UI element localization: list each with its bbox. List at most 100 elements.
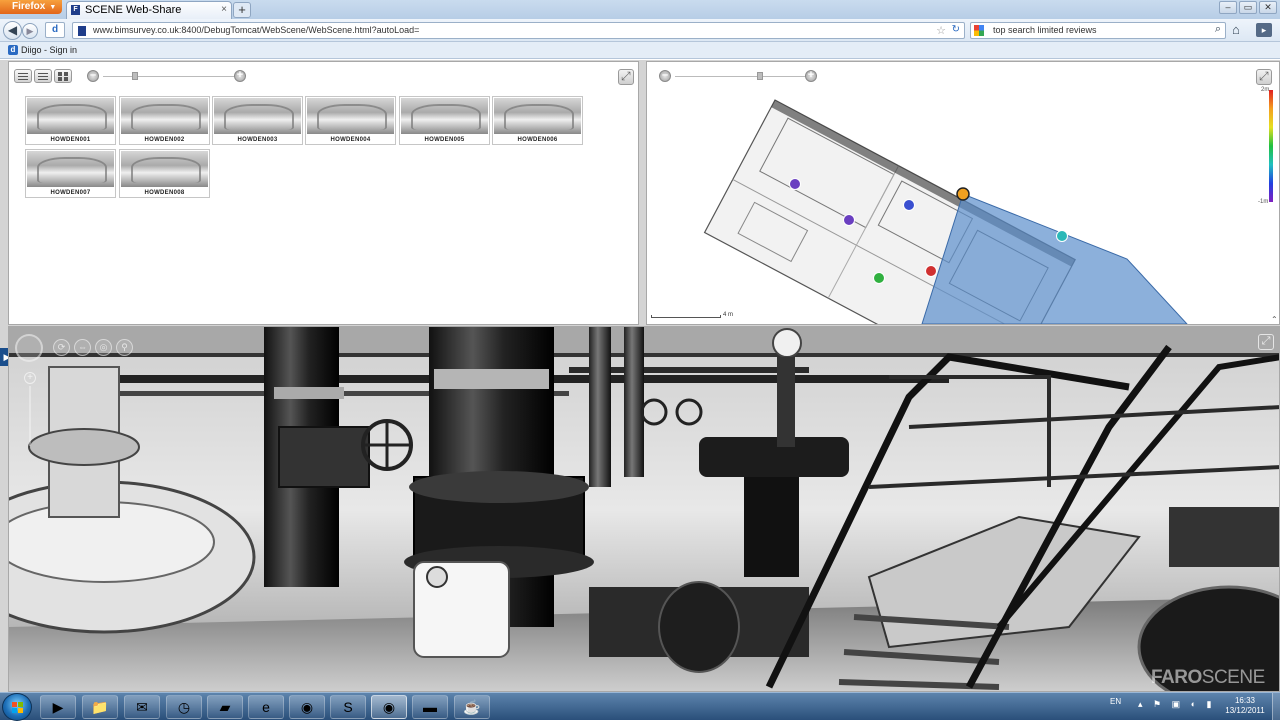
scan-thumbnail[interactable]: HOWDEN003: [212, 96, 303, 145]
scan-thumbnails-panel: – + HOWDEN001 HOWDEN002 HOWDEN003 HOWDEN…: [8, 61, 639, 325]
thumbs-fullscreen-button[interactable]: [618, 69, 634, 85]
tab-close-icon[interactable]: ×: [221, 2, 227, 18]
list-view-icon[interactable]: [14, 69, 32, 83]
addon-menu-icon[interactable]: ▸: [1256, 23, 1272, 37]
scene-icon[interactable]: S: [330, 695, 366, 719]
browser-tab[interactable]: F SCENE Web-Share ×: [66, 1, 232, 19]
clock[interactable]: 16:33 13/12/2011: [1218, 696, 1272, 716]
scan-marker: [873, 272, 885, 284]
scan-thumbnail[interactable]: HOWDEN004: [305, 96, 396, 145]
scan-thumbnail[interactable]: HOWDEN006: [492, 96, 583, 145]
java-icon[interactable]: ☕: [454, 695, 490, 719]
scan-thumbnail[interactable]: HOWDEN005: [399, 96, 490, 145]
chevron-down-icon: ▼: [49, 4, 57, 11]
color-scale-min-label: -1m: [1258, 199, 1269, 205]
minimize-icon[interactable]: –: [1219, 1, 1237, 14]
map-zoom-slider-handle[interactable]: [757, 72, 763, 80]
bookmark-star-icon[interactable]: ☆: [936, 24, 946, 37]
grid-view-icon[interactable]: [54, 69, 72, 83]
task-scheduler-icon[interactable]: ◷: [166, 695, 202, 719]
pan-navigation-control[interactable]: [15, 334, 43, 362]
url-bar[interactable]: www.bimsurvey.co.uk:8400/DebugTomcat/Web…: [72, 22, 965, 39]
logo-scene: SCENE: [1201, 667, 1265, 688]
bookmark-diigo-sign-in[interactable]: Diigo - Sign in: [21, 45, 77, 55]
scan-thumbnail-name: HOWDEN006: [517, 137, 558, 143]
url-text: www.bimsurvey.co.uk:8400/DebugTomcat/Web…: [93, 25, 420, 35]
firefox-icon[interactable]: ◉: [289, 695, 325, 719]
thumb-size-slider-handle[interactable]: [132, 72, 138, 80]
map-collapse-icon[interactable]: ⌃: [1271, 315, 1278, 324]
windows-explorer-icon[interactable]: 📁: [82, 695, 118, 719]
scan-thumbnail-image: [121, 151, 208, 187]
home-icon[interactable]: ⌂: [1232, 22, 1240, 37]
scan-marker: [903, 199, 915, 211]
cmd-icon[interactable]: ▬: [412, 695, 448, 719]
media-player-icon[interactable]: ▶: [40, 695, 76, 719]
clock-date: 13/12/2011: [1225, 706, 1265, 715]
scan-thumbnail[interactable]: HOWDEN008: [119, 149, 210, 198]
reload-icon[interactable]: ↻: [952, 24, 960, 35]
map-zoom-in-icon[interactable]: +: [805, 70, 817, 82]
firefox-active-icon[interactable]: ◉: [371, 695, 407, 719]
language-indicator[interactable]: EN: [1110, 697, 1121, 706]
map-zoom-out-icon[interactable]: –: [659, 70, 671, 82]
scan-tool-group: ⟳ ⇔ ◎ ⚲: [53, 339, 133, 356]
scan-thumbnail[interactable]: HOWDEN002: [119, 96, 210, 145]
scan-marker-active: [956, 187, 970, 201]
scan-fullscreen-button[interactable]: ⤢: [1258, 334, 1274, 350]
navigation-toolbar: ◀ ▶ d www.bimsurvey.co.uk:8400/DebugTomc…: [0, 19, 1280, 42]
clock-time: 16:33: [1234, 696, 1256, 705]
maximize-icon[interactable]: ▭: [1239, 1, 1257, 14]
internet-explorer-icon[interactable]: e: [248, 695, 284, 719]
scan-marker: [1056, 230, 1068, 242]
thumb-zoom-out-icon[interactable]: –: [87, 70, 99, 82]
scan-zoom-in-icon[interactable]: +: [24, 372, 36, 384]
forward-button[interactable]: ▶: [22, 23, 38, 39]
search-bar[interactable]: top search limited reviews ⌕: [970, 22, 1226, 39]
thumb-zoom-in-icon[interactable]: +: [234, 70, 246, 82]
scan-marker: [843, 214, 855, 226]
map-fullscreen-button[interactable]: [1256, 69, 1272, 85]
notepad-icon[interactable]: ▰: [207, 695, 243, 719]
tab-title: SCENE Web-Share: [85, 4, 182, 16]
thumb-size-slider[interactable]: [103, 76, 235, 77]
scan-thumbnail-image: [27, 151, 114, 187]
back-button[interactable]: ◀: [3, 21, 22, 40]
details-view-icon[interactable]: [34, 69, 52, 83]
scan-thumbnail[interactable]: HOWDEN007: [25, 149, 116, 198]
scan-thumbnail-name: HOWDEN003: [237, 137, 278, 143]
view-mode-icon[interactable]: ◎: [95, 339, 112, 356]
measure-icon[interactable]: ⇔: [74, 339, 91, 356]
map-zoom-slider[interactable]: [675, 76, 807, 77]
site-favicon-icon: [78, 26, 86, 36]
floor-plan-view[interactable]: [647, 62, 1279, 324]
search-input[interactable]: top search limited reviews: [993, 25, 1097, 35]
location-pin-icon[interactable]: ⚲: [116, 339, 133, 356]
field-of-view: [921, 193, 1188, 324]
diigo-toolbar-button[interactable]: d: [45, 22, 65, 38]
panorama-scan-view[interactable]: ⟳ ⇔ ◎ ⚲ + ⤢ FAROSCENE: [8, 326, 1280, 692]
scan-thumbnail-image: [494, 98, 581, 134]
close-window-icon[interactable]: ✕: [1259, 1, 1277, 14]
rotate-icon[interactable]: ⟳: [53, 339, 70, 356]
firefox-menu-button[interactable]: Firefox ▼: [0, 0, 62, 14]
start-button[interactable]: [2, 693, 32, 721]
faro-scene-logo: FAROSCENE: [1151, 667, 1265, 689]
scan-thumbnail-image: [307, 98, 394, 134]
scan-thumbnail-name: HOWDEN001: [50, 137, 91, 143]
scan-thumbnail-image: [214, 98, 301, 134]
scan-thumbnail[interactable]: HOWDEN001: [25, 96, 116, 145]
logo-faro: FARO: [1151, 667, 1202, 688]
outlook-icon[interactable]: ✉: [124, 695, 160, 719]
distance-scale-bar: [651, 315, 721, 318]
scan-thumbnail-image: [27, 98, 114, 134]
windows-taskbar: ▶ 📁 ✉ ◷ ▰ e ◉ S ◉ ▬ ☕ EN ▴ ⚑ ▣ ◐ ▮ 16:33…: [0, 692, 1280, 721]
system-tray-icons[interactable]: ▴ ⚑ ▣ ◐ ▮: [1138, 699, 1215, 710]
search-icon[interactable]: ⌕: [1215, 23, 1221, 36]
scan-thumbnail-image: [401, 98, 488, 134]
scan-thumbnail-name: HOWDEN008: [144, 190, 185, 196]
new-tab-button[interactable]: +: [233, 2, 251, 18]
scan-zoom-slider[interactable]: [29, 386, 31, 446]
show-desktop-button[interactable]: [1272, 693, 1280, 721]
firefox-menu-label: Firefox: [12, 1, 46, 12]
